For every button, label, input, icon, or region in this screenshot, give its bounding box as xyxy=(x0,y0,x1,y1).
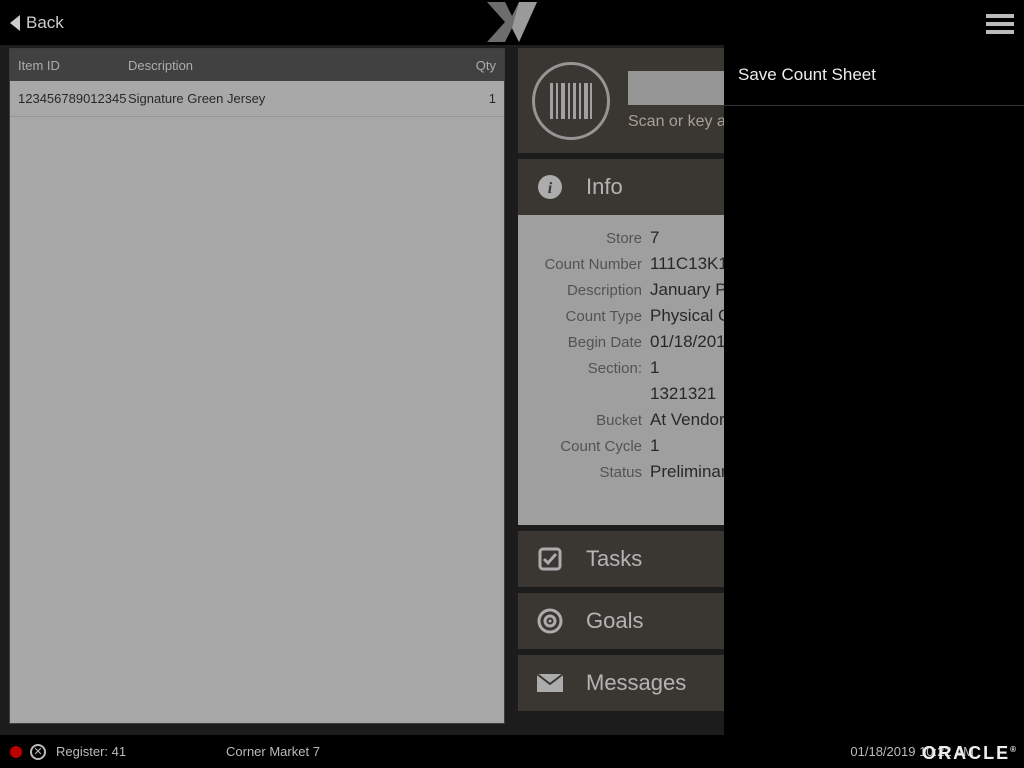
oracle-brand: ORACLE® xyxy=(922,743,1016,764)
table-row[interactable]: 123456789012345 Signature Green Jersey 1 xyxy=(10,81,504,117)
status-dot-icon xyxy=(10,746,22,758)
info-status-label: Status xyxy=(532,464,642,481)
app-logo-icon xyxy=(487,2,537,47)
info-bucket-label: Bucket xyxy=(532,412,642,429)
info-desc-label: Description xyxy=(532,282,642,299)
back-label: Back xyxy=(26,13,64,33)
side-menu: Save Count Sheet xyxy=(724,45,1024,735)
section-goals-label: Goals xyxy=(586,608,643,634)
menu-button[interactable] xyxy=(986,10,1014,38)
goals-icon xyxy=(536,607,564,635)
cell-description: Signature Green Jersey xyxy=(128,91,446,106)
col-item-id: Item ID xyxy=(18,58,128,73)
tasks-icon xyxy=(536,545,564,573)
info-store-label: Store xyxy=(532,230,642,247)
info-cycle-label: Count Cycle xyxy=(532,438,642,455)
menu-save-label: Save Count Sheet xyxy=(738,65,876,84)
offline-icon: ✕ xyxy=(30,744,46,760)
table-header: Item ID Description Qty xyxy=(10,49,504,81)
svg-text:i: i xyxy=(548,180,553,197)
info-section-label: Section: xyxy=(532,360,642,377)
messages-icon xyxy=(536,669,564,697)
register-label: Register: 41 xyxy=(56,744,226,759)
cell-qty: 1 xyxy=(446,91,496,106)
section-info-label: Info xyxy=(586,174,623,200)
menu-save-count-sheet[interactable]: Save Count Sheet xyxy=(724,45,1024,106)
info-begin-label: Begin Date xyxy=(532,334,642,351)
info-store: 7 xyxy=(650,228,659,248)
col-description: Description xyxy=(128,58,446,73)
info-countnum-label: Count Number xyxy=(532,256,642,273)
info-bucket: At Vendor xyxy=(650,410,725,430)
status-bar: ✕ Register: 41 Corner Market 7 01/18/201… xyxy=(0,735,1024,768)
section-tasks-label: Tasks xyxy=(586,546,642,572)
section-messages-label: Messages xyxy=(586,670,686,696)
info-section: 1 xyxy=(650,358,659,378)
barcode-icon xyxy=(532,62,610,140)
info-cycle: 1 xyxy=(650,436,659,456)
col-qty: Qty xyxy=(446,58,496,73)
info-status: Preliminary xyxy=(650,462,735,482)
items-table: Item ID Description Qty 123456789012345 … xyxy=(9,48,505,724)
store-label: Corner Market 7 xyxy=(226,744,764,759)
info-begin: 01/18/2019 xyxy=(650,332,735,352)
back-chevron-icon xyxy=(10,15,20,31)
cell-item-id: 123456789012345 xyxy=(18,91,128,106)
info-icon: i xyxy=(536,173,564,201)
info-section2: 1321321 xyxy=(650,384,716,404)
back-button[interactable]: Back xyxy=(0,13,64,33)
top-bar: Back xyxy=(0,0,1024,45)
info-type-label: Count Type xyxy=(532,308,642,325)
